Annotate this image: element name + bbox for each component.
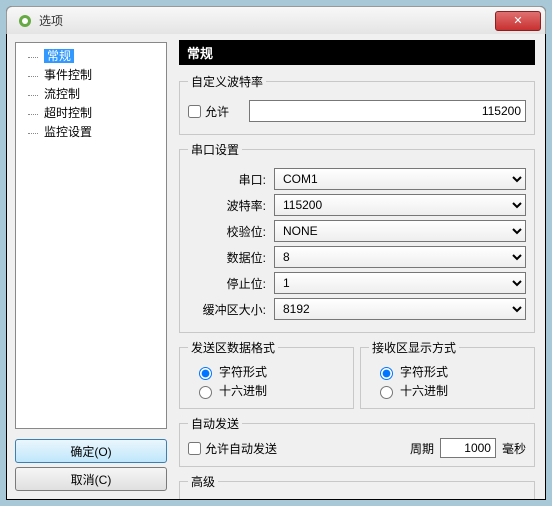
- custom-baud-allow[interactable]: 允许: [188, 103, 229, 120]
- legend-send-format: 发送区数据格式: [188, 339, 278, 356]
- label-buffer: 缓冲区大小:: [188, 301, 274, 318]
- ok-button[interactable]: 确定(O): [15, 439, 167, 463]
- right-pane: 常规 自定义波特率 允许 串口设置 串口:COM1 波特率:115200 校验位…: [175, 34, 545, 499]
- legend-custom-baud: 自定义波特率: [188, 73, 266, 90]
- select-data-bits[interactable]: 8: [274, 246, 526, 268]
- label-period: 周期: [410, 440, 434, 457]
- select-stop-bits[interactable]: 1: [274, 272, 526, 294]
- cancel-button[interactable]: 取消(C): [15, 467, 167, 491]
- window-title: 选项: [39, 12, 495, 29]
- group-serial: 串口设置 串口:COM1 波特率:115200 校验位:NONE 数据位:8 停…: [179, 141, 535, 333]
- legend-auto-send: 自动发送: [188, 415, 242, 432]
- titlebar: 选项 ✕: [6, 6, 546, 34]
- tree-item-general[interactable]: 常规: [18, 47, 164, 66]
- options-window: 选项 ✕ 常规 事件控制 流控制 超时控制 监控设置 确定(O) 取消(C) 常…: [6, 6, 546, 500]
- tree-item-flow[interactable]: 流控制: [18, 85, 164, 104]
- custom-baud-value[interactable]: [249, 100, 526, 122]
- label-stop: 停止位:: [188, 275, 274, 292]
- client-area: 常规 事件控制 流控制 超时控制 监控设置 确定(O) 取消(C) 常规 自定义…: [7, 34, 545, 499]
- left-pane: 常规 事件控制 流控制 超时控制 监控设置 确定(O) 取消(C): [7, 34, 175, 499]
- legend-advanced: 高级: [188, 473, 218, 490]
- category-tree[interactable]: 常规 事件控制 流控制 超时控制 监控设置: [15, 42, 167, 429]
- group-send-format: 发送区数据格式 字符形式 十六进制: [179, 339, 354, 409]
- close-button[interactable]: ✕: [495, 11, 541, 31]
- send-format-hex[interactable]: 十六进制: [188, 381, 345, 400]
- custom-baud-allow-checkbox[interactable]: [188, 105, 201, 118]
- label-port: 串口:: [188, 171, 274, 188]
- auto-send-allow[interactable]: 允许自动发送: [188, 440, 277, 457]
- select-parity[interactable]: NONE: [274, 220, 526, 242]
- tree-item-monitor[interactable]: 监控设置: [18, 123, 164, 142]
- period-input[interactable]: [440, 438, 496, 458]
- group-auto-send: 自动发送 允许自动发送 周期 毫秒: [179, 415, 535, 467]
- tree-item-timeout[interactable]: 超时控制: [18, 104, 164, 123]
- panel-heading: 常规: [179, 40, 535, 65]
- label-baud: 波特率:: [188, 197, 274, 214]
- app-icon: [17, 13, 33, 29]
- close-icon: ✕: [513, 14, 522, 27]
- label-period-unit: 毫秒: [502, 440, 526, 457]
- legend-serial: 串口设置: [188, 141, 242, 158]
- select-port[interactable]: COM1: [274, 168, 526, 190]
- group-custom-baud: 自定义波特率 允许: [179, 73, 535, 135]
- recv-format-char[interactable]: 字符形式: [369, 362, 526, 381]
- dialog-buttons: 确定(O) 取消(C): [15, 435, 167, 491]
- adv-auto-open[interactable]: 程序启动时自动打开端口: [188, 496, 526, 499]
- send-format-char[interactable]: 字符形式: [188, 362, 345, 381]
- legend-recv-format: 接收区显示方式: [369, 339, 459, 356]
- select-baud[interactable]: 115200: [274, 194, 526, 216]
- label-data: 数据位:: [188, 249, 274, 266]
- group-recv-format: 接收区显示方式 字符形式 十六进制: [360, 339, 535, 409]
- select-buffer[interactable]: 8192: [274, 298, 526, 320]
- group-advanced: 高级 程序启动时自动打开端口 程序结束时提示保存所接收的数据 当有可用更新时请提…: [179, 473, 535, 499]
- tree-item-event[interactable]: 事件控制: [18, 66, 164, 85]
- label-parity: 校验位:: [188, 223, 274, 240]
- recv-format-hex[interactable]: 十六进制: [369, 381, 526, 400]
